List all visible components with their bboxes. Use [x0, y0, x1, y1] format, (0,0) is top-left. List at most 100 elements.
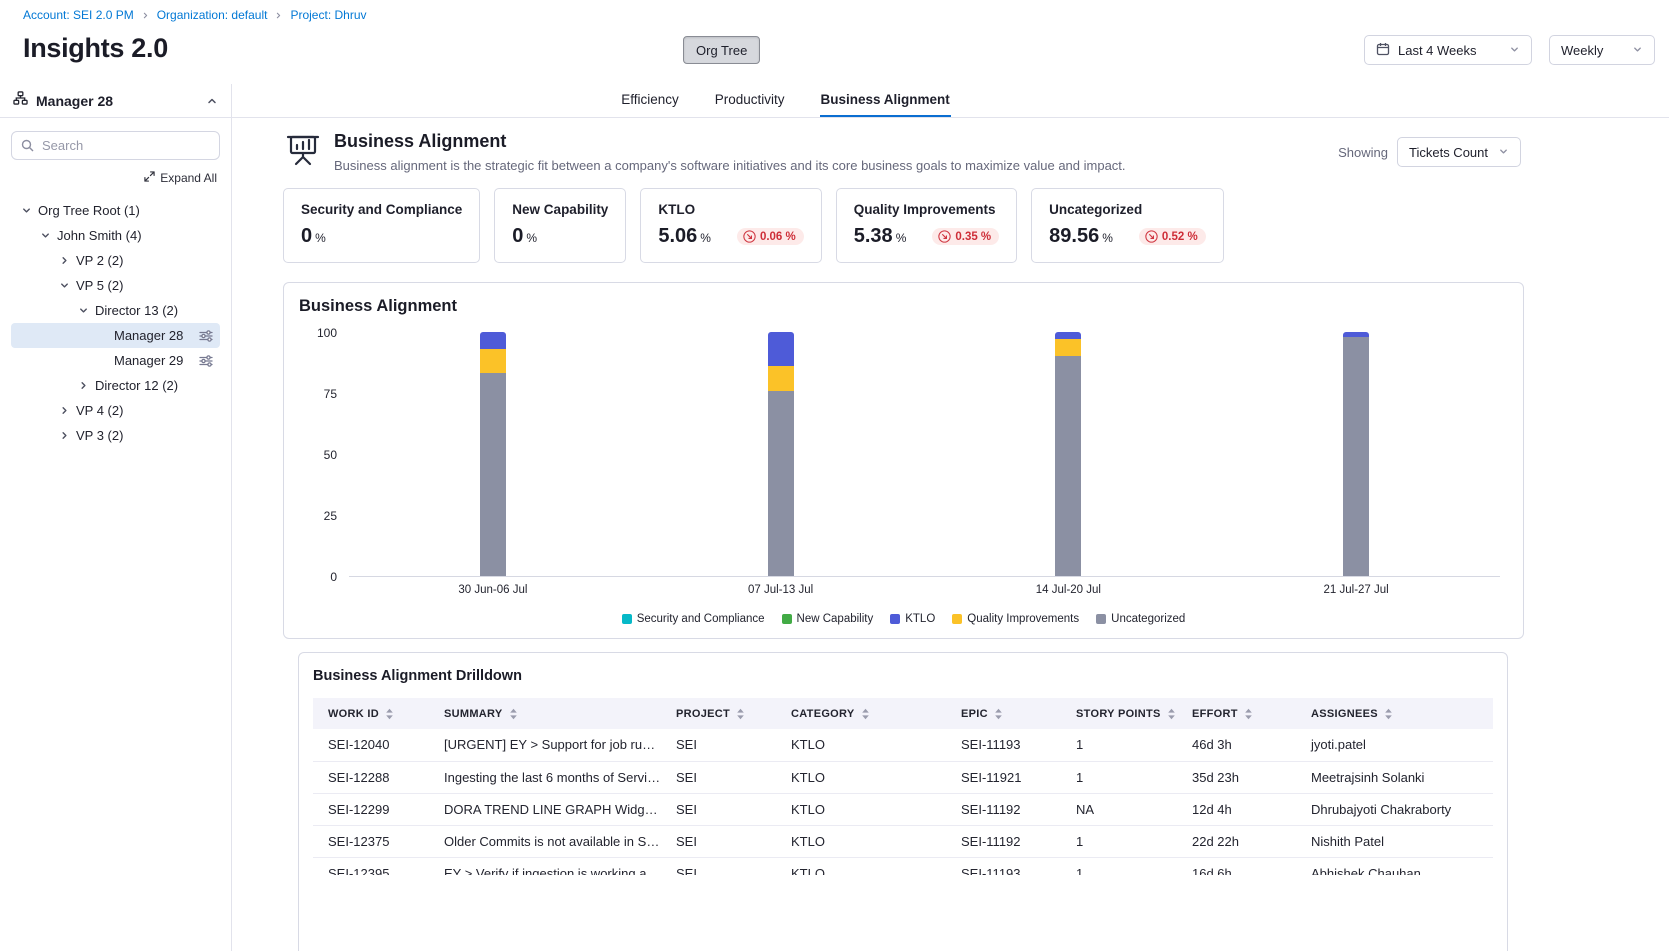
filter-icon[interactable]: [199, 355, 213, 367]
bar-segment-ktlo[interactable]: [480, 332, 506, 349]
date-range-dropdown[interactable]: Last 4 Weeks: [1364, 35, 1532, 65]
tab-business-alignment[interactable]: Business Alignment: [820, 84, 951, 117]
tree-item-director-12-2[interactable]: Director 12 (2): [11, 373, 220, 398]
section-description: Business alignment is the strategic fit …: [334, 158, 1325, 173]
sort-icon[interactable]: [1167, 708, 1176, 720]
search-input[interactable]: [11, 131, 220, 160]
chevron-up-icon[interactable]: [206, 95, 218, 107]
tree-item-org-tree-root-1[interactable]: Org Tree Root (1): [11, 198, 220, 223]
sort-icon[interactable]: [1244, 708, 1253, 720]
chart-card: Business Alignment 0255075100 30 Jun-06 …: [283, 282, 1524, 639]
stacked-bar-21-jul-27-jul[interactable]: [1343, 332, 1369, 576]
table-row[interactable]: SEI-12288Ingesting the last 6 months of …: [313, 761, 1493, 793]
tree-item-label: Org Tree Root (1): [38, 203, 213, 218]
table-row[interactable]: SEI-12375Older Commits is not available …: [313, 825, 1493, 857]
table-cell: SEI: [661, 729, 776, 761]
tree-item-vp-2-2[interactable]: VP 2 (2): [11, 248, 220, 273]
sort-icon[interactable]: [861, 708, 870, 720]
breadcrumb-link[interactable]: Organization: default: [157, 8, 268, 22]
bar-segment-ktlo[interactable]: [1055, 332, 1081, 339]
sort-icon[interactable]: [385, 708, 394, 720]
table-cell: KTLO: [776, 761, 946, 793]
y-axis-tick: 0: [299, 570, 337, 584]
column-header-effort[interactable]: EFFORT: [1177, 698, 1296, 729]
showing-control: Showing Tickets Count: [1338, 137, 1521, 167]
column-header-summary[interactable]: SUMMARY: [429, 698, 661, 729]
filter-icon[interactable]: [199, 330, 213, 342]
stacked-bar-07-jul-13-jul[interactable]: [768, 332, 794, 576]
bar-segment-uncategorized[interactable]: [768, 391, 794, 576]
y-axis-tick: 25: [299, 509, 337, 523]
legend-item-uncategorized[interactable]: Uncategorized: [1096, 613, 1185, 625]
column-header-label: CATEGORY: [791, 708, 855, 720]
sort-icon[interactable]: [509, 708, 518, 720]
table-header-row: WORK ID SUMMARYPROJECT CATEGORY EPICSTORY P…: [313, 698, 1493, 729]
bar-segment-quality-improvements[interactable]: [768, 366, 794, 390]
column-header-work-id[interactable]: WORK ID: [313, 698, 429, 729]
table-row[interactable]: SEI-12395EY > Verify if ingestion is wor…: [313, 857, 1493, 875]
column-header-assignees[interactable]: ASSIGNEES: [1296, 698, 1493, 729]
stacked-bar-30-jun-06-jul[interactable]: [480, 332, 506, 576]
chevron-right-icon[interactable]: [75, 378, 91, 394]
table-row[interactable]: SEI-12299DORA TREND LINE GRAPH Widgets i…: [313, 793, 1493, 825]
tree-item-director-13-2[interactable]: Director 13 (2): [11, 298, 220, 323]
bar-segment-uncategorized[interactable]: [480, 373, 506, 576]
expand-icon: [144, 171, 155, 185]
tree-item-vp-3-2[interactable]: VP 3 (2): [11, 423, 220, 448]
bar-segment-quality-improvements[interactable]: [1055, 339, 1081, 356]
table-cell: 22d 22h: [1177, 825, 1296, 857]
stat-cards-row: Security and Compliance0%New Capability0…: [283, 188, 1669, 263]
breadcrumb-link[interactable]: Project: Dhruv: [290, 8, 366, 22]
bar-segment-uncategorized[interactable]: [1343, 337, 1369, 576]
tree-item-manager-28[interactable]: Manager 28: [11, 323, 220, 348]
chevron-right-icon[interactable]: [56, 253, 72, 269]
column-header-label: EFFORT: [1192, 708, 1238, 720]
expand-all-button[interactable]: Expand All: [14, 171, 217, 185]
tree-item-label: John Smith (4): [57, 228, 213, 243]
legend-item-quality-improvements[interactable]: Quality Improvements: [952, 613, 1079, 625]
chevron-down-icon[interactable]: [56, 278, 72, 294]
legend-item-ktlo[interactable]: KTLO: [890, 613, 935, 625]
legend-label: Quality Improvements: [967, 613, 1079, 625]
tree-item-john-smith-4[interactable]: John Smith (4): [11, 223, 220, 248]
chevron-right-icon[interactable]: [56, 428, 72, 444]
column-header-story-points[interactable]: STORY POINTS: [1061, 698, 1177, 729]
stat-delta-badge: 0.52 %: [1139, 228, 1206, 245]
sidebar-header: Manager 28: [0, 84, 231, 118]
stat-card-unit: %: [700, 231, 711, 245]
tree-item-label: Manager 28: [114, 328, 199, 343]
stat-card-title: Security and Compliance: [301, 202, 462, 217]
stat-card-value: 5.06: [658, 225, 697, 248]
chevron-down-icon[interactable]: [75, 303, 91, 319]
table-cell: SEI-11921: [946, 761, 1061, 793]
table-cell: SEI-11193: [946, 729, 1061, 761]
table-cell: Ingesting the last 6 months of ServiceN.…: [429, 761, 661, 793]
chevron-right-icon[interactable]: [56, 403, 72, 419]
chevron-down-icon[interactable]: [37, 228, 53, 244]
bar-segment-uncategorized[interactable]: [1055, 356, 1081, 576]
granularity-dropdown[interactable]: Weekly: [1549, 35, 1655, 65]
column-header-category[interactable]: CATEGORY: [776, 698, 946, 729]
bar-segment-ktlo[interactable]: [768, 332, 794, 366]
sort-icon[interactable]: [1384, 708, 1393, 720]
table-row[interactable]: SEI-12040[URGENT] EY > Support for job r…: [313, 729, 1493, 761]
tree-item-manager-29[interactable]: Manager 29: [11, 348, 220, 373]
legend-item-security-and-compliance[interactable]: Security and Compliance: [622, 613, 765, 625]
showing-dropdown[interactable]: Tickets Count: [1397, 137, 1521, 167]
chevron-down-icon: [1498, 145, 1509, 160]
stacked-bar-14-jul-20-jul[interactable]: [1055, 332, 1081, 576]
tab-productivity[interactable]: Productivity: [714, 84, 786, 117]
tab-efficiency[interactable]: Efficiency: [620, 84, 680, 117]
column-header-epic[interactable]: EPIC: [946, 698, 1061, 729]
column-header-label: WORK ID: [328, 708, 379, 720]
sort-icon[interactable]: [736, 708, 745, 720]
sort-icon[interactable]: [994, 708, 1003, 720]
legend-item-new-capability[interactable]: New Capability: [782, 613, 874, 625]
tree-item-vp-5-2[interactable]: VP 5 (2): [11, 273, 220, 298]
breadcrumb-link[interactable]: Account: SEI 2.0 PM: [23, 8, 134, 22]
column-header-project[interactable]: PROJECT: [661, 698, 776, 729]
chevron-down-icon[interactable]: [18, 203, 34, 219]
org-tree-button[interactable]: Org Tree: [683, 36, 760, 64]
tree-item-vp-4-2[interactable]: VP 4 (2): [11, 398, 220, 423]
bar-segment-quality-improvements[interactable]: [480, 349, 506, 373]
